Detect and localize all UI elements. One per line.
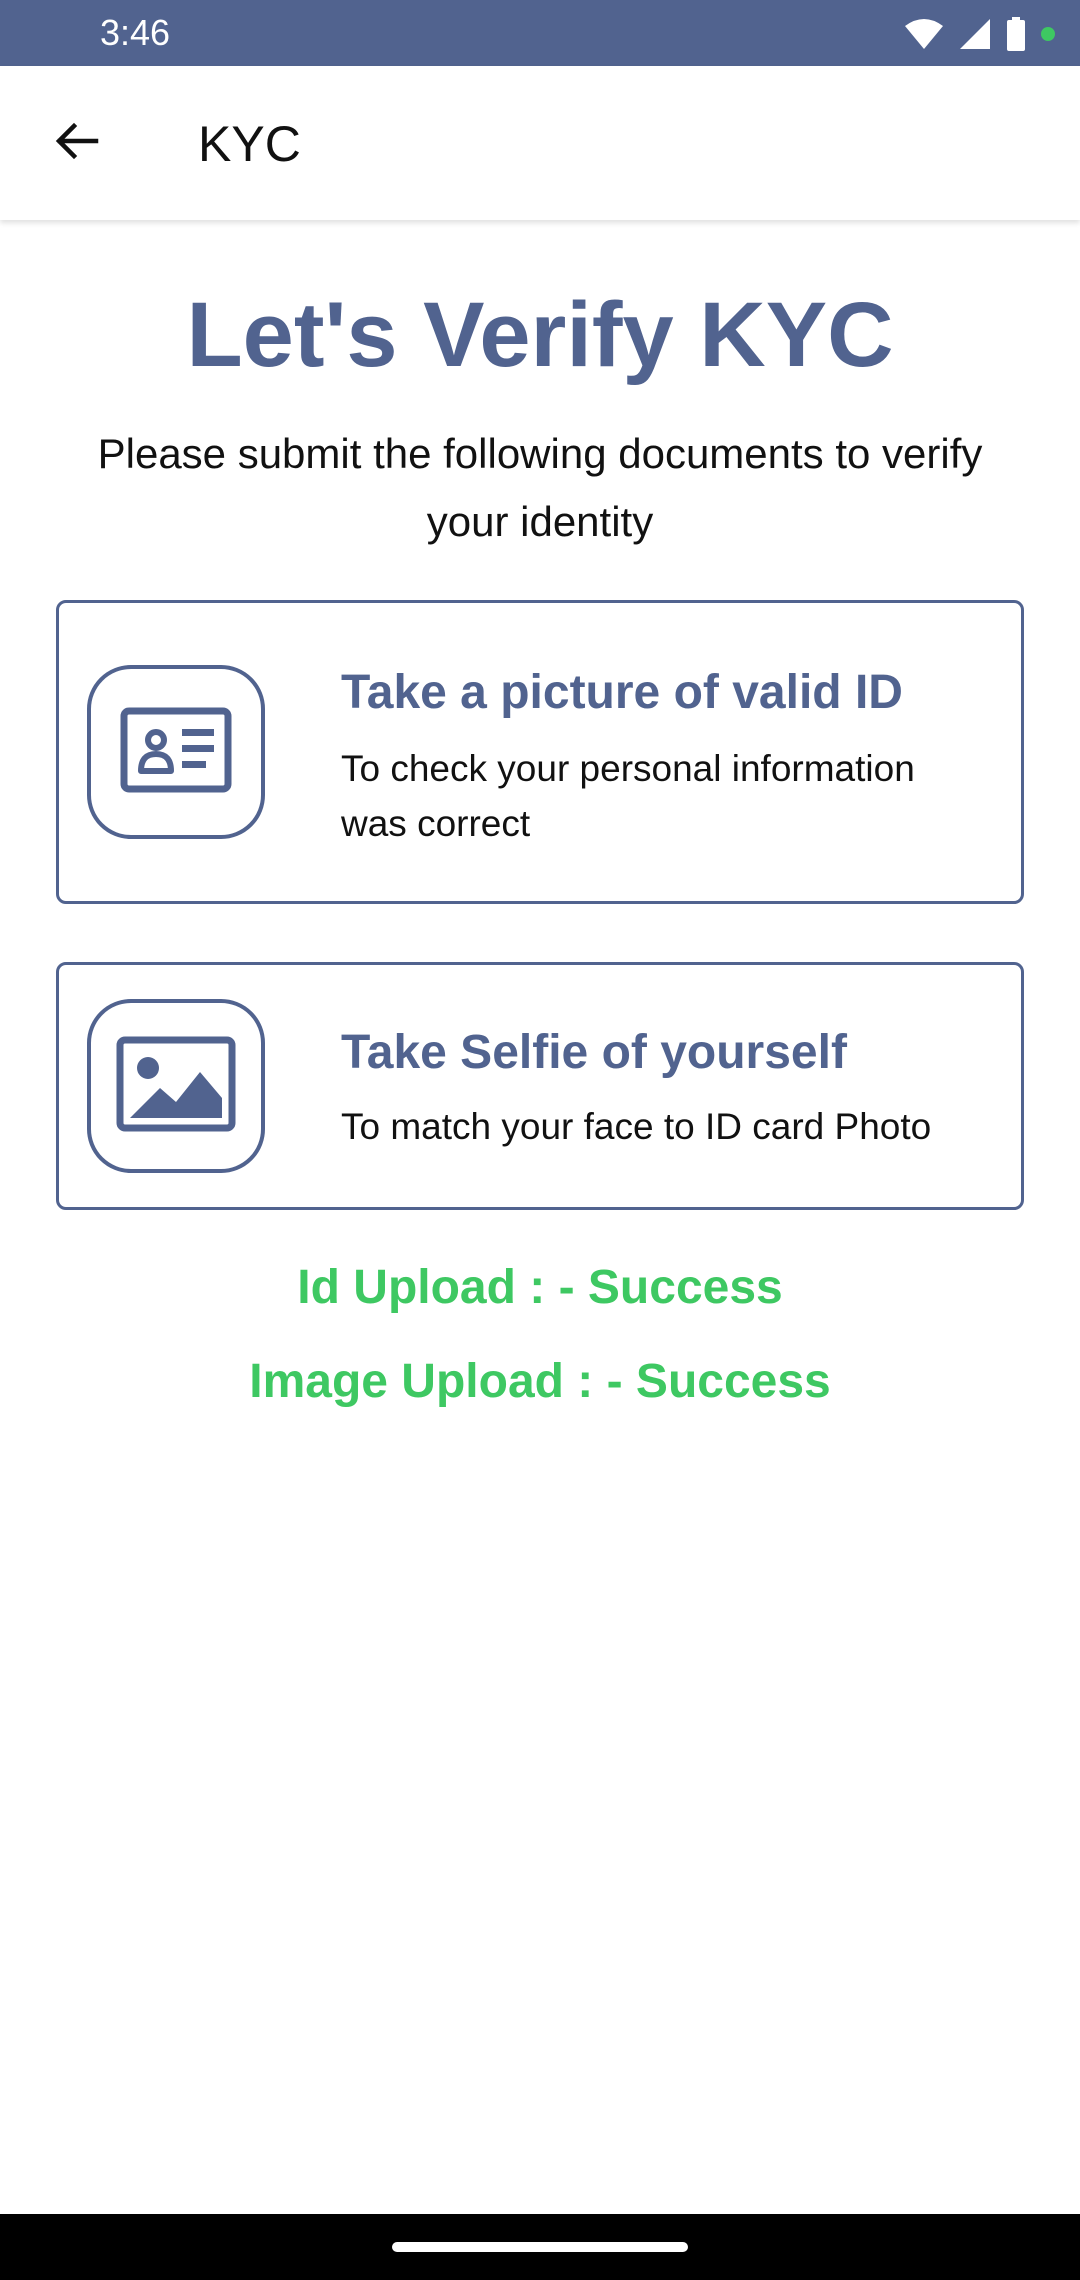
- page-title: Let's Verify KYC: [186, 284, 894, 386]
- status-bar: 3:46: [0, 0, 1080, 66]
- id-upload-status: Id Upload : - Success: [297, 1261, 783, 1314]
- back-button[interactable]: [36, 111, 116, 175]
- selfie-card-title: Take Selfie of yourself: [341, 1026, 847, 1079]
- notification-dot-icon: [1040, 26, 1056, 42]
- id-card-title: Take a picture of valid ID: [341, 666, 903, 719]
- home-indicator[interactable]: [392, 2242, 688, 2252]
- wifi-icon: [904, 18, 944, 50]
- selfie-card-description: To match your face to ID card Photo: [341, 1106, 932, 1147]
- status-time: 3:46: [100, 12, 171, 53]
- image-icon-frame: [87, 999, 265, 1173]
- status-icons: [904, 14, 1056, 54]
- app-bar-title: KYC: [198, 116, 301, 172]
- image-upload-status: Image Upload : - Success: [249, 1355, 831, 1408]
- id-card-icon: [120, 707, 232, 798]
- kyc-screen: 3:46 KYC Let's Verify KYC Please submit …: [0, 0, 1080, 2280]
- id-picture-card[interactable]: Take a picture of valid ID To check your…: [56, 600, 1024, 904]
- app-bar: KYC: [0, 66, 1080, 220]
- selfie-card[interactable]: Take Selfie of yourself To match your fa…: [56, 962, 1024, 1210]
- id-card-icon-frame: [87, 665, 265, 839]
- signal-icon: [958, 18, 992, 50]
- battery-icon: [1006, 17, 1026, 51]
- page-subtitle: Please submit the following documents to…: [97, 430, 983, 545]
- id-card-description: To check your personal information was c…: [341, 748, 915, 844]
- image-icon: [116, 1036, 236, 1137]
- navigation-bar: [0, 2214, 1080, 2280]
- arrow-left-icon: [52, 117, 100, 170]
